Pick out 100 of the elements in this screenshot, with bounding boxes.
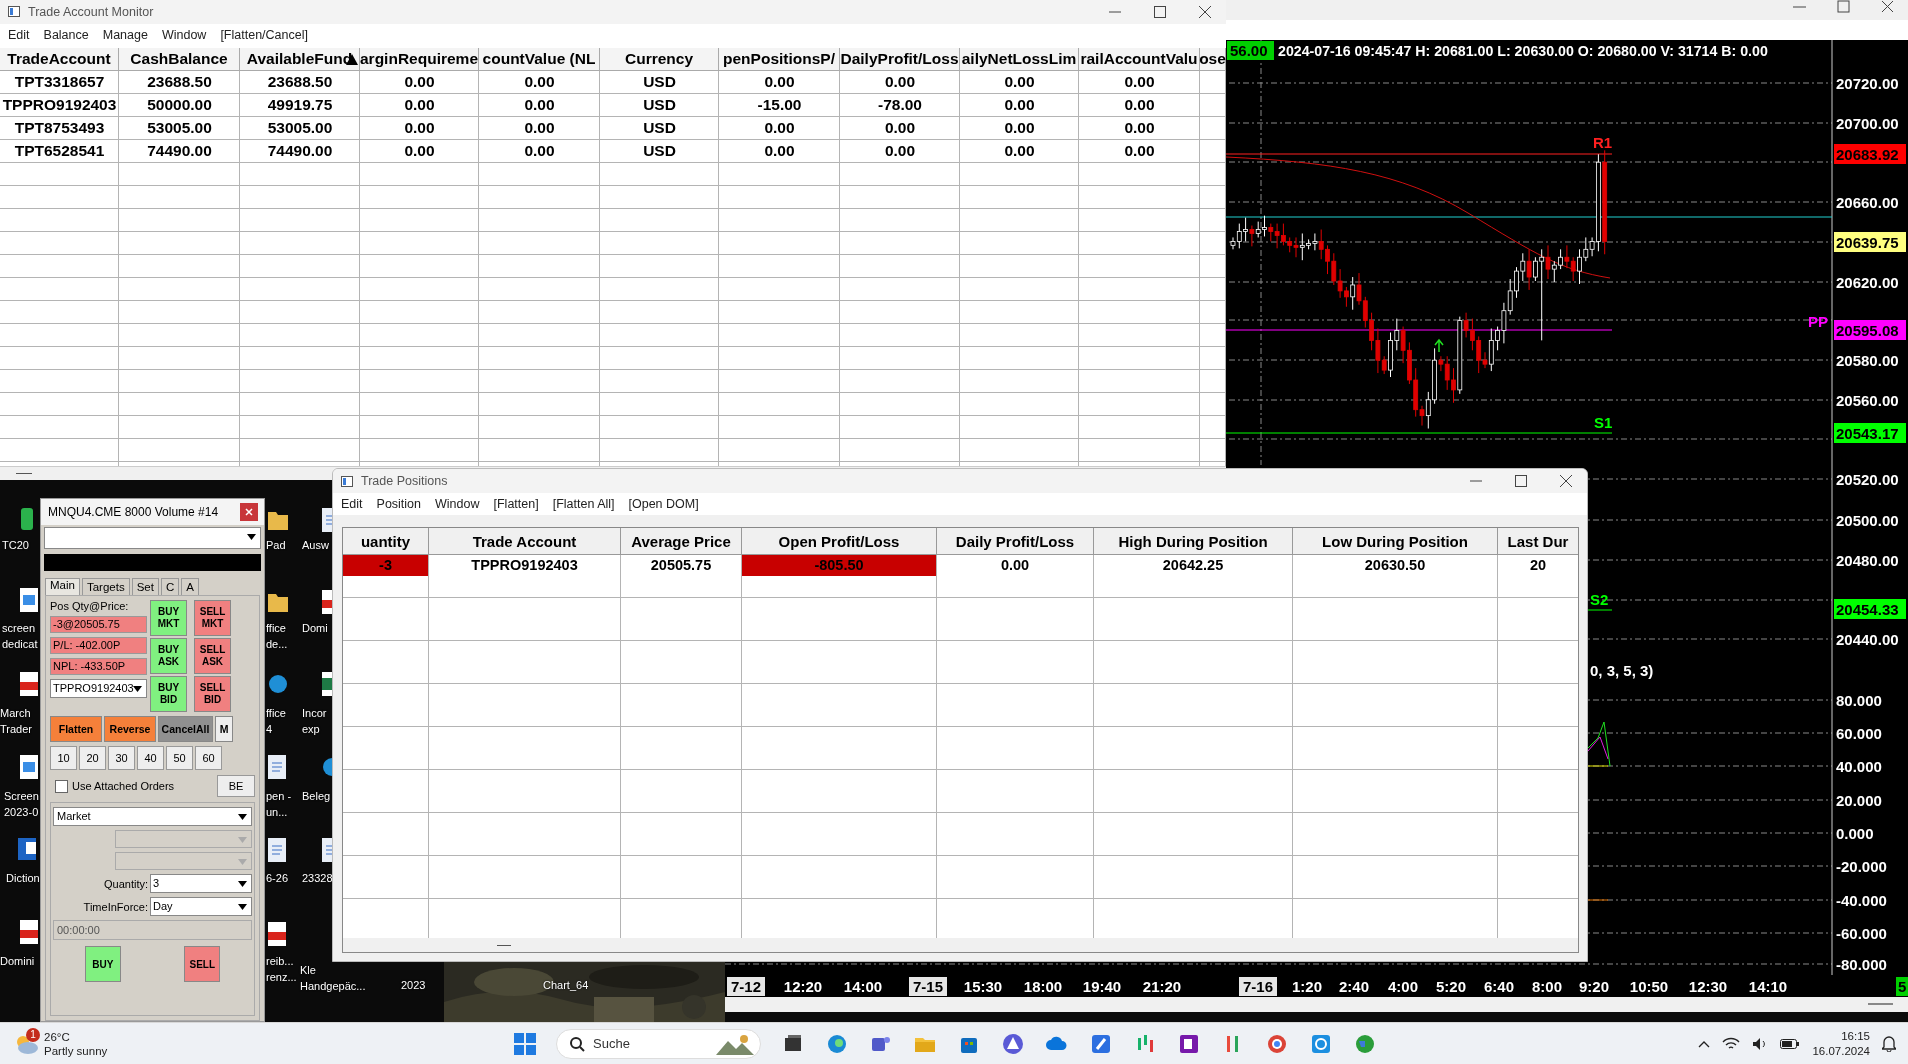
tab[interactable]: A [181,578,199,595]
windows-logo-icon[interactable] [514,1032,536,1055]
mail-file-icon[interactable] [18,838,38,862]
dropdown-arrow-icon[interactable] [238,814,247,820]
desktop-icon-label[interactable]: 2023 [401,977,426,993]
desktop-icon-label[interactable]: 6-26 [266,870,289,886]
menu-item[interactable]: [Flatten] [493,497,539,511]
bell-icon[interactable] [1882,1035,1896,1052]
column-header[interactable]: penPositionsP/ [719,47,840,71]
buy-button[interactable]: BUY MKT [150,600,187,636]
search-field[interactable]: Suche [556,1028,761,1059]
dropdown-arrow-icon[interactable] [247,534,256,540]
quantity-preset-button[interactable]: 50 [166,746,193,770]
menu-item[interactable]: [Open DOM] [628,497,699,511]
dropdown-arrow-icon[interactable] [238,904,247,910]
column-header[interactable]: CashBalance [119,47,240,71]
sell-button[interactable]: SELL ASK [194,638,231,674]
clock-time[interactable]: 16:15 [1841,1028,1870,1044]
buy-button[interactable]: BUY [84,946,121,982]
column-header[interactable]: Currency [600,47,719,71]
account-dropdown[interactable]: TPPRO9192403 [50,679,147,698]
maximize-icon[interactable] [1515,475,1527,487]
quantity-preset-button[interactable]: 10 [50,746,77,770]
column-header[interactable]: railAccountValu [1079,47,1200,71]
desktop-icon-label[interactable]: March Trader [0,705,32,737]
action-button[interactable]: Reverse [104,716,156,742]
action-button[interactable]: CancelAll [158,716,213,742]
column-header[interactable]: Daily Profit/Loss [937,528,1094,555]
tab[interactable]: C [160,578,180,595]
tab[interactable]: Set [131,578,159,595]
desktop-icon-label[interactable]: Beleg [302,788,331,804]
pdf-file-icon[interactable] [20,672,40,696]
desktop-icon-label[interactable]: Domini [0,953,35,969]
column-header[interactable]: uantity [343,528,429,555]
desktop-icon-label[interactable]: Ausw [302,537,329,553]
menu-item[interactable]: Edit [341,497,363,511]
dropdown-arrow-icon[interactable] [133,686,142,692]
clock-date[interactable]: 16.07.2024 [1812,1043,1870,1059]
desktop-icon-label[interactable]: TC20 [2,537,29,553]
sell-button[interactable]: SELL BID [194,676,231,712]
menu-item[interactable]: Window [435,497,480,511]
column-header[interactable]: Low During Position [1293,528,1498,555]
menu-item[interactable]: Balance [43,27,89,42]
desktop-icon-label[interactable]: 23328 [302,870,333,886]
doc-file-icon[interactable] [268,838,288,862]
desktop-icon-label[interactable]: Chart_64 [543,977,589,993]
desktop-icon-label[interactable]: Kle Handgepäc... [300,962,366,994]
maximize-icon[interactable] [1154,5,1166,18]
sell-button[interactable]: SELL [184,946,221,982]
column-header[interactable]: High During Position [1094,528,1293,555]
menu-item[interactable]: Window [161,27,207,42]
tab[interactable]: Targets [81,578,130,595]
sell-button[interactable]: SELL MKT [194,600,231,636]
browser-file-icon[interactable] [322,755,332,779]
desktop-icon-label[interactable]: ffice de... [266,620,288,652]
triangle-logo-icon[interactable] [1001,1031,1025,1056]
desktop-icon-label[interactable]: Pad [266,537,286,553]
checkbox[interactable] [55,779,68,793]
quantity-preset-button[interactable]: 40 [137,746,164,770]
desktop-icon-label[interactable]: Incor exp [302,705,327,737]
image-file-icon[interactable] [20,755,40,779]
desktop-icon-label[interactable]: reib... renz... [266,953,297,985]
column-header[interactable]: countValue (NL [479,47,600,71]
buy-button[interactable]: BUY BID [150,676,187,712]
menu-item[interactable]: [Flatten All] [552,497,615,511]
menu-item[interactable]: Edit [8,27,30,42]
resize-handle-icon[interactable] [1867,1003,1894,1005]
order-type-dropdown[interactable]: Market [53,807,252,826]
close-icon[interactable] [1881,0,1894,13]
column-header[interactable]: Average Price [621,528,742,555]
action-button[interactable]: M [215,716,233,742]
doc-file-icon[interactable] [268,755,288,779]
menu-item[interactable]: [Flatten/Cancel] [220,27,308,42]
quantity-preset-button[interactable]: 60 [195,746,222,770]
tab[interactable]: Main [45,578,80,595]
desktop-icon-label[interactable]: ffice 4 [266,705,286,737]
caret-icon[interactable] [1698,1039,1711,1048]
column-header[interactable]: Last Dur [1498,528,1578,555]
column-header[interactable]: Trade Account [429,528,621,555]
quantity-dropdown[interactable]: 3 [150,874,252,893]
column-header[interactable]: Open Profit/Loss [742,528,937,555]
image-file-icon[interactable] [20,588,40,612]
column-header[interactable]: ose [1200,47,1226,71]
pdf-file-icon[interactable] [20,920,40,944]
close-icon[interactable] [240,503,258,521]
menu-item[interactable]: Manage [102,27,148,42]
buy-button[interactable]: BUY ASK [150,638,187,674]
time-in-force-dropdown[interactable]: Day [150,897,252,916]
quantity-preset-button[interactable]: 20 [79,746,106,770]
action-button[interactable]: Flatten [50,716,102,742]
desktop-icon-label[interactable]: Screen 2023-0 [4,788,39,820]
desktop-icon-label[interactable]: pen - un... [266,788,292,820]
desktop-icon-label[interactable]: Domi [302,620,328,636]
column-header[interactable]: ailyNetLossLim [960,47,1079,71]
desktop-icon-label[interactable]: screen dedicat [2,620,38,652]
breakeven-button[interactable]: BE [217,775,255,797]
close-icon[interactable] [1199,5,1211,18]
column-header[interactable]: AvailableFund [240,47,360,71]
desktop-icon-label[interactable]: Diction [6,870,40,886]
quantity-preset-button[interactable]: 30 [108,746,135,770]
